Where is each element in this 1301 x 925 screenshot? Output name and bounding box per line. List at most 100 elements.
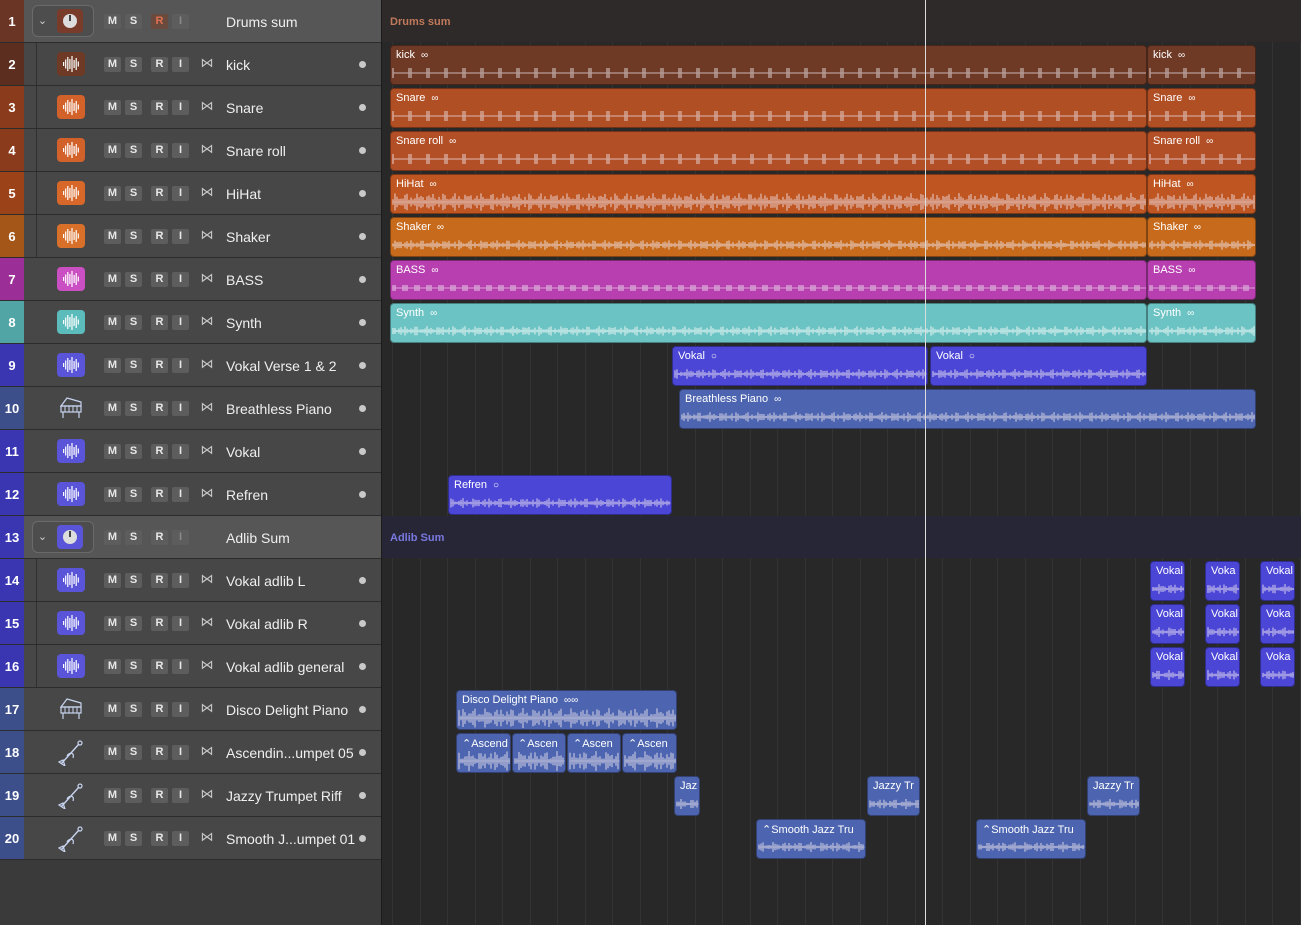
region[interactable]: ⌃Smooth Jazz Tru — [976, 819, 1086, 859]
track-lock-icon[interactable]: ⋈ — [199, 657, 215, 673]
solo-button[interactable]: S — [125, 530, 142, 545]
region[interactable]: Snare roll ∞ — [1147, 131, 1256, 171]
track-header[interactable]: 19 M S R I ⋈ Jazzy Trumpet Riff — [0, 774, 381, 817]
input-monitoring-button[interactable]: I — [172, 831, 189, 846]
solo-button[interactable]: S — [125, 745, 142, 760]
region[interactable]: Vokal — [1150, 561, 1185, 601]
region[interactable]: Snare ∞ — [1147, 88, 1256, 128]
region[interactable]: Vokal ○ — [930, 346, 1147, 386]
track-name[interactable]: Snare — [226, 86, 263, 128]
track-lock-icon[interactable]: ⋈ — [199, 614, 215, 630]
input-monitoring-button[interactable]: I — [172, 143, 189, 158]
playhead[interactable] — [925, 0, 926, 925]
region[interactable]: BASS ∞ — [390, 260, 1147, 300]
region[interactable]: ⌃Smooth Jazz Tru — [756, 819, 866, 859]
region[interactable]: Voka — [1260, 604, 1295, 644]
region[interactable]: Jazzy Tr — [1087, 776, 1140, 816]
input-monitoring-button[interactable]: I — [172, 573, 189, 588]
record-enable-button[interactable]: R — [151, 788, 168, 803]
track-name[interactable]: Disco Delight Piano — [226, 688, 348, 730]
solo-button[interactable]: S — [125, 100, 142, 115]
track-lock-icon[interactable]: ⋈ — [199, 141, 215, 157]
mute-button[interactable]: M — [104, 401, 121, 416]
mute-button[interactable]: M — [104, 358, 121, 373]
summing-stack-bar[interactable]: Drums sum — [382, 0, 1301, 42]
record-enable-button[interactable]: R — [151, 186, 168, 201]
mute-button[interactable]: M — [104, 186, 121, 201]
solo-button[interactable]: S — [125, 358, 142, 373]
mute-button[interactable]: M — [104, 100, 121, 115]
track-header[interactable]: 6 M S R I ⋈ Shaker — [0, 215, 381, 258]
track-name[interactable]: Jazzy Trumpet Riff — [226, 774, 342, 816]
track-name[interactable]: Smooth J...umpet 01 — [226, 817, 355, 859]
input-monitoring-button[interactable]: I — [172, 100, 189, 115]
record-enable-button[interactable]: R — [151, 143, 168, 158]
record-enable-button[interactable]: R — [151, 745, 168, 760]
record-enable-button[interactable]: R — [151, 229, 168, 244]
region[interactable]: HiHat ∞ — [390, 174, 1147, 214]
mute-button[interactable]: M — [104, 702, 121, 717]
input-monitoring-button[interactable]: I — [172, 616, 189, 631]
region[interactable]: kick ∞ — [390, 45, 1147, 85]
region[interactable]: Voka — [1260, 647, 1295, 687]
region[interactable]: ⌃Ascend — [456, 733, 511, 773]
track-header[interactable]: 8 M S R I ⋈ Synth — [0, 301, 381, 344]
region[interactable]: ⌃Ascen — [567, 733, 621, 773]
input-monitoring-button[interactable]: I — [172, 358, 189, 373]
track-header[interactable]: 13 ⌄ M S R I Adlib Sum — [0, 516, 381, 559]
input-monitoring-button[interactable]: I — [172, 272, 189, 287]
track-lock-icon[interactable]: ⋈ — [199, 313, 215, 329]
track-name[interactable]: Vokal Verse 1 & 2 — [226, 344, 337, 386]
region[interactable]: ⌃Ascen — [512, 733, 566, 773]
solo-button[interactable]: S — [125, 702, 142, 717]
mute-button[interactable]: M — [104, 788, 121, 803]
arrange-area[interactable]: Drums sum Adlib Sum kick ∞ kick ∞ Snare ∞ Snare ∞… — [381, 0, 1301, 925]
track-lock-icon[interactable]: ⋈ — [199, 743, 215, 759]
track-header[interactable]: 3 M S R I ⋈ Snare — [0, 86, 381, 129]
track-lock-icon[interactable]: ⋈ — [199, 270, 215, 286]
track-name[interactable]: HiHat — [226, 172, 261, 214]
folder-track-icon[interactable]: ⌄ — [32, 521, 94, 553]
record-enable-button[interactable]: R — [151, 14, 168, 29]
track-lock-icon[interactable]: ⋈ — [199, 98, 215, 114]
solo-button[interactable]: S — [125, 487, 142, 502]
input-monitoring-button[interactable]: I — [172, 788, 189, 803]
solo-button[interactable]: S — [125, 401, 142, 416]
track-name[interactable]: Snare roll — [226, 129, 286, 171]
record-enable-button[interactable]: R — [151, 831, 168, 846]
record-enable-button[interactable]: R — [151, 487, 168, 502]
solo-button[interactable]: S — [125, 14, 142, 29]
solo-button[interactable]: S — [125, 444, 142, 459]
solo-button[interactable]: S — [125, 186, 142, 201]
region[interactable]: kick ∞ — [1147, 45, 1256, 85]
track-lock-icon[interactable]: ⋈ — [199, 184, 215, 200]
region[interactable]: Refren ○ — [448, 475, 672, 515]
solo-button[interactable]: S — [125, 573, 142, 588]
track-name[interactable]: Synth — [226, 301, 262, 343]
region[interactable]: Shaker ∞ — [390, 217, 1147, 257]
track-name[interactable]: kick — [226, 43, 250, 85]
track-lock-icon[interactable]: ⋈ — [199, 786, 215, 802]
track-header[interactable]: 10 M S R I ⋈ Breathless Piano — [0, 387, 381, 430]
track-lock-icon[interactable]: ⋈ — [199, 442, 215, 458]
track-header[interactable]: 14 M S R I ⋈ Vokal adlib L — [0, 559, 381, 602]
record-enable-button[interactable]: R — [151, 272, 168, 287]
record-enable-button[interactable]: R — [151, 401, 168, 416]
mute-button[interactable]: M — [104, 444, 121, 459]
track-header[interactable]: 2 M S R I ⋈ kick — [0, 43, 381, 86]
input-monitoring-button[interactable]: I — [172, 659, 189, 674]
mute-button[interactable]: M — [104, 573, 121, 588]
track-lock-icon[interactable]: ⋈ — [199, 55, 215, 71]
mute-button[interactable]: M — [104, 831, 121, 846]
record-enable-button[interactable]: R — [151, 358, 168, 373]
region[interactable]: Synth ∞ — [1147, 303, 1256, 343]
track-lock-icon[interactable]: ⋈ — [199, 571, 215, 587]
input-monitoring-button[interactable]: I — [172, 530, 189, 545]
record-enable-button[interactable]: R — [151, 100, 168, 115]
track-header[interactable]: 15 M S R I ⋈ Vokal adlib R — [0, 602, 381, 645]
mute-button[interactable]: M — [104, 745, 121, 760]
mute-button[interactable]: M — [104, 616, 121, 631]
region[interactable]: Voka — [1205, 561, 1240, 601]
record-enable-button[interactable]: R — [151, 702, 168, 717]
input-monitoring-button[interactable]: I — [172, 745, 189, 760]
